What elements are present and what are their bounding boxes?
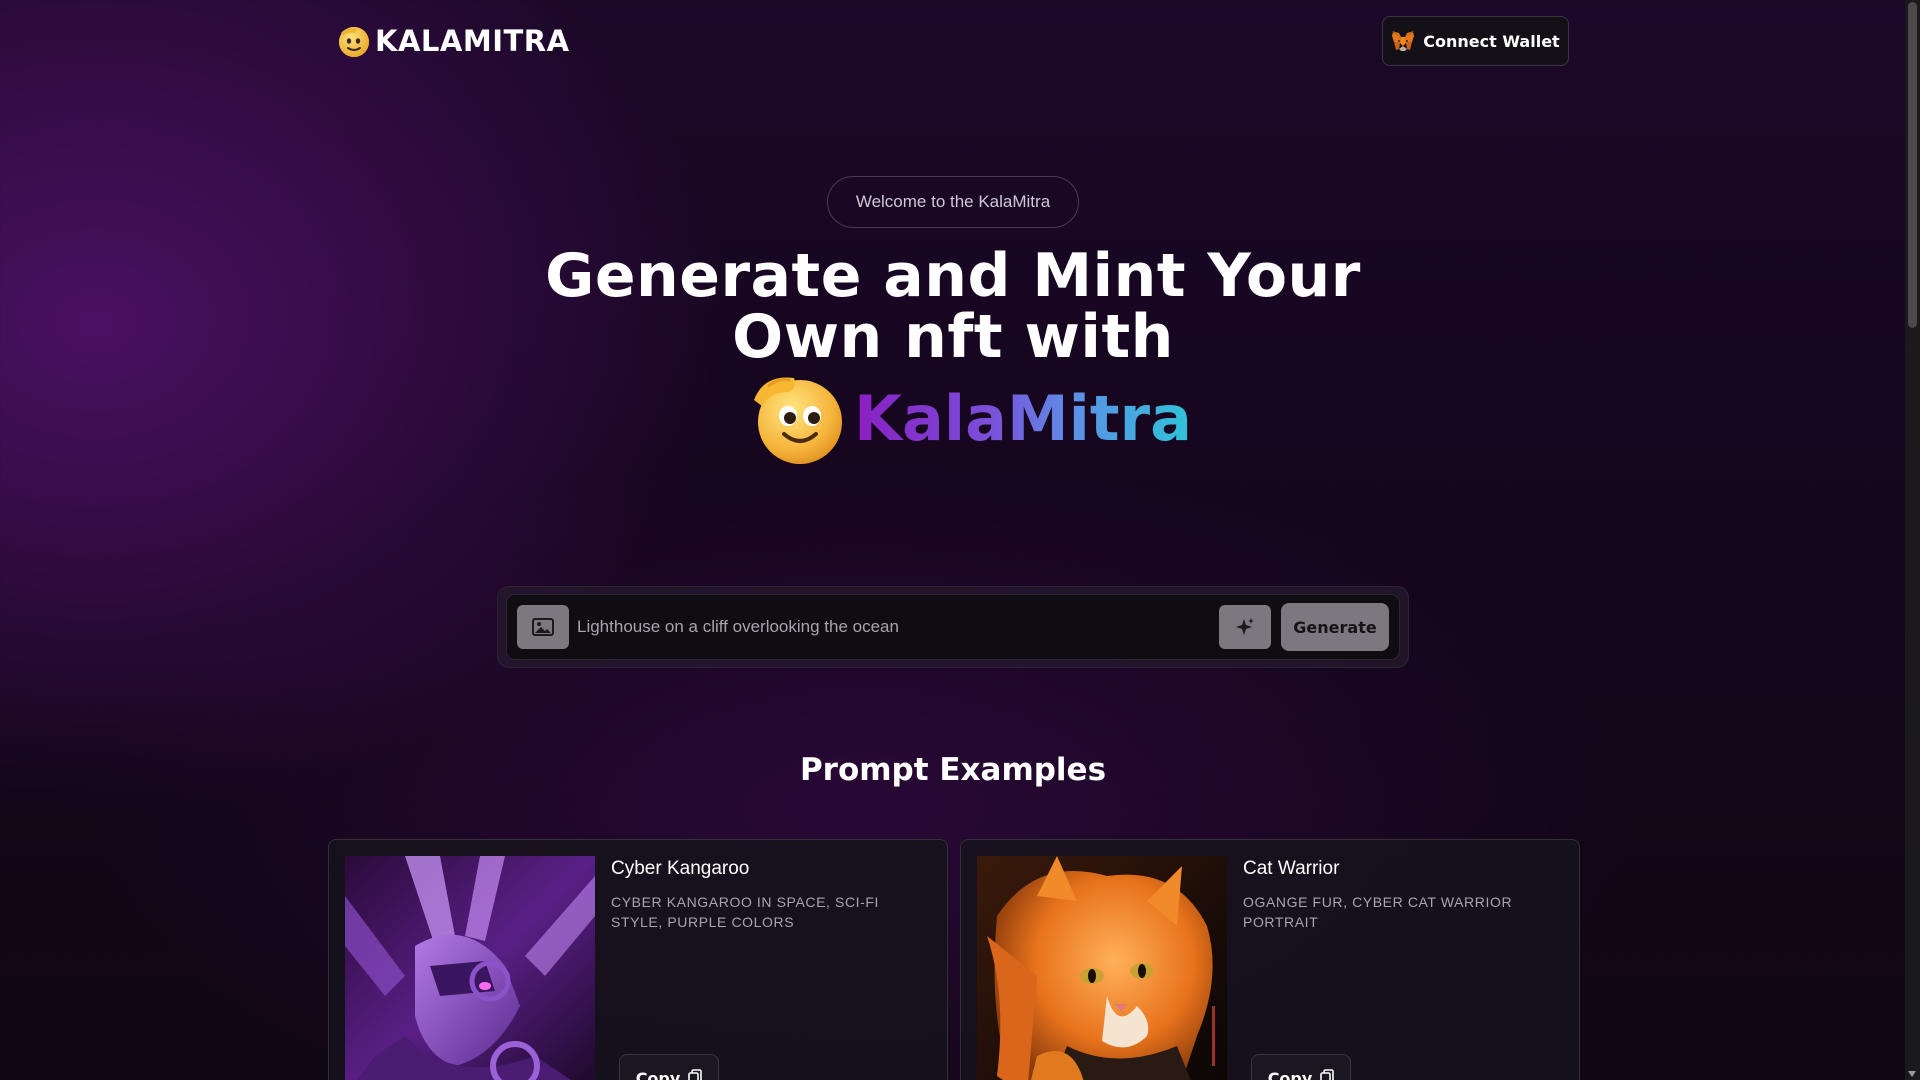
scrollbar-thumb[interactable]: [1908, 2, 1917, 328]
brand-text: KalaMitra: [854, 381, 1192, 455]
copy-icon: [688, 1069, 703, 1080]
sparkle-icon: [1236, 618, 1254, 635]
copy-label: Copy: [635, 1069, 681, 1080]
enhance-prompt-button[interactable]: [1219, 605, 1271, 649]
hero-title-line-1: Generate and Mint Your: [545, 241, 1361, 311]
logo-text: KALAMITRA: [375, 24, 570, 58]
prompt-examples-title: Prompt Examples: [799, 752, 1107, 788]
logo[interactable]: KALAMITRA: [337, 24, 570, 58]
saluting-face-emoji-icon: [339, 27, 369, 57]
card-title: Cyber Kangaroo: [611, 858, 750, 879]
page: KALAMITRA Connect Wallet Welcome to the …: [0, 0, 1905, 1080]
metamask-fox-icon: [1392, 31, 1415, 51]
copy-label: Copy: [1267, 1069, 1313, 1080]
card-description: OGANGE FUR, CYBER CAT WARRIOR PORTRAIT: [1243, 894, 1513, 930]
connect-wallet-button[interactable]: Connect Wallet: [1382, 16, 1569, 66]
cyber-kangaroo-image: [345, 856, 595, 1080]
example-card-cat-warrior: Cat Warrior OGANGE FUR, CYBER CAT WARRIO…: [960, 839, 1580, 1080]
saluting-face-emoji-icon: [754, 377, 842, 464]
page-scrollbar[interactable]: [1905, 0, 1920, 1080]
cat-warrior-image: [977, 856, 1227, 1080]
copy-button[interactable]: Copy: [619, 1054, 719, 1080]
copy-button[interactable]: Copy: [1251, 1054, 1351, 1080]
hero-title: Generate and Mint Your Own nft with: [460, 246, 1446, 368]
welcome-pill: Welcome to the KalaMitra: [827, 176, 1079, 228]
copy-icon: [1320, 1069, 1335, 1080]
brand-line: KalaMitra: [748, 368, 1192, 468]
image-icon: [532, 618, 554, 636]
example-card-cyber-kangaroo: Cyber Kangaroo CYBER KANGAROO IN SPACE, …: [328, 839, 948, 1080]
prompt-input[interactable]: [577, 610, 1207, 644]
welcome-text: Welcome to the KalaMitra: [855, 192, 1051, 211]
connect-wallet-label: Connect Wallet: [1423, 31, 1560, 51]
generate-label: Generate: [1293, 617, 1377, 637]
hero-title-line-2: Own nft with: [732, 302, 1174, 372]
scroll-down-arrow-icon[interactable]: [1908, 1071, 1916, 1077]
generate-button[interactable]: Generate: [1281, 603, 1389, 651]
image-upload-button[interactable]: [517, 605, 569, 649]
card-title: Cat Warrior: [1243, 858, 1340, 879]
card-description: CYBER KANGAROO IN SPACE, SCI-FI STYLE, P…: [611, 894, 880, 930]
